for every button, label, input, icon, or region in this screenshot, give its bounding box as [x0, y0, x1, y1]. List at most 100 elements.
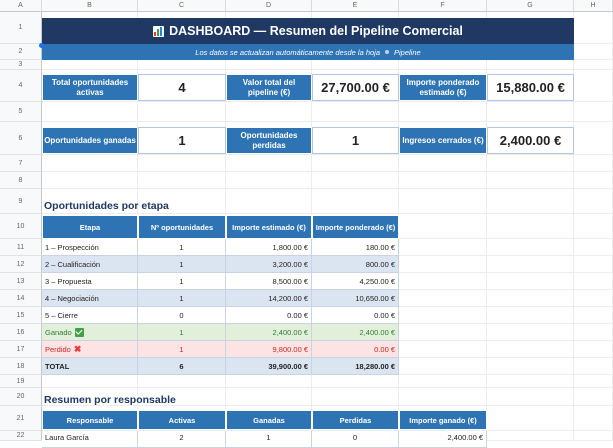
- row-header-3[interactable]: 3: [0, 60, 42, 70]
- owner-header-activas[interactable]: Activas: [138, 410, 226, 430]
- row-header-9[interactable]: 9: [0, 189, 42, 214]
- stage-cell-stage[interactable]: 1 – Prospección: [42, 239, 138, 256]
- owner-cell-won_amount[interactable]: 2,400.00 €: [399, 431, 487, 448]
- column-header-h[interactable]: H: [574, 0, 613, 12]
- owner-header-ganadas[interactable]: Ganadas: [226, 410, 312, 430]
- row-header-4[interactable]: 4: [0, 70, 42, 102]
- stage-count-text: 6: [179, 361, 184, 371]
- stage-header-weighted[interactable]: Importe ponderado (€): [312, 215, 399, 239]
- kpi-value-active[interactable]: 4: [138, 74, 226, 101]
- kpi-label-weighted[interactable]: Importe ponderado estimado (€): [399, 74, 487, 101]
- column-header-c[interactable]: C: [138, 0, 226, 12]
- stage-cell-weighted[interactable]: 180.00 €: [312, 239, 399, 256]
- column-header-e[interactable]: E: [312, 0, 399, 12]
- row-header-11[interactable]: 11: [0, 239, 42, 256]
- stage-cell-count[interactable]: 1: [138, 273, 226, 290]
- row-header-16[interactable]: 16: [0, 324, 42, 341]
- row-header-14[interactable]: 14: [0, 290, 42, 307]
- kpi-value-won[interactable]: 1: [138, 127, 226, 154]
- kpi-value-weighted[interactable]: 15,880.00 €: [487, 74, 574, 101]
- owner-section-title[interactable]: Resumen por responsable: [44, 391, 344, 408]
- stage-cell-stage[interactable]: 2 – Cualificación: [42, 256, 138, 273]
- stage-cell-count[interactable]: 6: [138, 358, 226, 375]
- stage-cell-weighted[interactable]: 800.00 €: [312, 256, 399, 273]
- stage-cell-stage[interactable]: Ganado: [42, 324, 138, 341]
- stage-cell-stage[interactable]: TOTAL: [42, 358, 138, 375]
- subtitle-sheet-link[interactable]: Pipeline: [394, 48, 421, 57]
- kpi-label-won[interactable]: Oportunidades ganadas: [42, 127, 138, 154]
- kpi-label-closed-revenue[interactable]: Ingresos cerrados (€): [399, 127, 487, 154]
- stage-cell-weighted[interactable]: 2,400.00 €: [312, 324, 399, 341]
- row-header-1[interactable]: 1: [0, 12, 42, 44]
- stage-header-count[interactable]: Nº oportunidades: [138, 215, 226, 239]
- kpi-label-lost[interactable]: Oportunidades perdidas: [226, 127, 312, 154]
- stage-cell-count[interactable]: 0: [138, 307, 226, 324]
- stage-cell-count[interactable]: 1: [138, 341, 226, 358]
- grid-line-horizontal: [42, 387, 613, 388]
- column-header-d[interactable]: D: [226, 0, 312, 12]
- column-header-a[interactable]: A: [0, 0, 42, 12]
- stage-cell-count[interactable]: 1: [138, 324, 226, 341]
- stage-cell-count[interactable]: 1: [138, 290, 226, 307]
- grid-line-horizontal: [42, 101, 613, 102]
- stage-cell-estimated[interactable]: 3,200.00 €: [226, 256, 312, 273]
- stage-cell-weighted[interactable]: 0.00 €: [312, 341, 399, 358]
- row-header-12[interactable]: 12: [0, 256, 42, 273]
- owner-cell-owner[interactable]: Laura García: [42, 431, 138, 448]
- stage-cell-stage[interactable]: Perdido ✖: [42, 341, 138, 358]
- stage-cell-weighted[interactable]: 4,250.00 €: [312, 273, 399, 290]
- column-header-b[interactable]: B: [42, 0, 138, 12]
- kpi-label-pipeline-value[interactable]: Valor total del pipeline (€): [226, 74, 312, 101]
- stage-cell-estimated[interactable]: 2,400.00 €: [226, 324, 312, 341]
- kpi-label-active[interactable]: Total oportunidades activas: [42, 74, 138, 101]
- stage-header-etapa[interactable]: Etapa: [42, 215, 138, 239]
- stage-cell-count[interactable]: 1: [138, 239, 226, 256]
- stage-cell-estimated[interactable]: 39,900.00 €: [226, 358, 312, 375]
- stage-cell-stage[interactable]: 4 – Negociación: [42, 290, 138, 307]
- owner-cell-won[interactable]: 1: [226, 431, 312, 448]
- row-header-15[interactable]: 15: [0, 307, 42, 324]
- row-header-5[interactable]: 5: [0, 102, 42, 122]
- stage-cell-estimated[interactable]: 8,500.00 €: [226, 273, 312, 290]
- grid-line-horizontal: [42, 154, 613, 155]
- stage-cell-estimated[interactable]: 14,200.00 €: [226, 290, 312, 307]
- kpi-value-pipeline-value[interactable]: 27,700.00 €: [312, 74, 399, 101]
- stage-header-estimated[interactable]: Importe estimado (€): [226, 215, 312, 239]
- stage-cell-estimated[interactable]: 1,800.00 €: [226, 239, 312, 256]
- stage-stage-text: 2 – Cualificación: [45, 259, 101, 269]
- row-header-21[interactable]: 21: [0, 406, 42, 431]
- dashboard-banner[interactable]: DASHBOARD — Resumen del Pipeline Comerci…: [42, 18, 574, 44]
- row-header-6[interactable]: 6: [0, 122, 42, 155]
- row-header-8[interactable]: 8: [0, 172, 42, 189]
- row-header-10[interactable]: 10: [0, 214, 42, 239]
- row-header-17[interactable]: 17: [0, 341, 42, 358]
- stage-cell-stage[interactable]: 3 – Propuesta: [42, 273, 138, 290]
- row-header-22[interactable]: 22: [0, 431, 42, 441]
- owner-header-importe-ganado[interactable]: Importe ganado (€): [399, 410, 487, 430]
- stage-section-title[interactable]: Oportunidades por etapa: [44, 197, 344, 214]
- row-header-19[interactable]: 19: [0, 375, 42, 388]
- kpi-value-lost[interactable]: 1: [312, 127, 399, 154]
- selection-handle[interactable]: [39, 43, 44, 48]
- owner-header-perdidas[interactable]: Perdidas: [312, 410, 399, 430]
- column-header-f[interactable]: F: [399, 0, 487, 12]
- column-header-g[interactable]: G: [487, 0, 574, 12]
- row-header-2[interactable]: 2: [0, 44, 42, 60]
- row-header-13[interactable]: 13: [0, 273, 42, 290]
- stage-cell-count[interactable]: 1: [138, 256, 226, 273]
- row-header-7[interactable]: 7: [0, 155, 42, 172]
- stage-cell-estimated[interactable]: 0.00 €: [226, 307, 312, 324]
- owner-cell-active[interactable]: 2: [138, 431, 226, 448]
- stage-cell-weighted[interactable]: 18,280.00 €: [312, 358, 399, 375]
- stage-count-text: 1: [179, 344, 184, 354]
- owner-header-responsable[interactable]: Responsable: [42, 410, 138, 430]
- kpi-value-closed-revenue[interactable]: 2,400.00 €: [487, 127, 574, 154]
- stage-cell-estimated[interactable]: 9,800.00 €: [226, 341, 312, 358]
- owner-cell-lost[interactable]: 0: [312, 431, 399, 448]
- subtitle-bar[interactable]: Los datos se actualizan automáticamente …: [42, 44, 574, 60]
- stage-cell-stage[interactable]: 5 – Cierre: [42, 307, 138, 324]
- stage-cell-weighted[interactable]: 10,650.00 €: [312, 290, 399, 307]
- row-header-20[interactable]: 20: [0, 388, 42, 406]
- row-header-18[interactable]: 18: [0, 358, 42, 375]
- stage-cell-weighted[interactable]: 0.00 €: [312, 307, 399, 324]
